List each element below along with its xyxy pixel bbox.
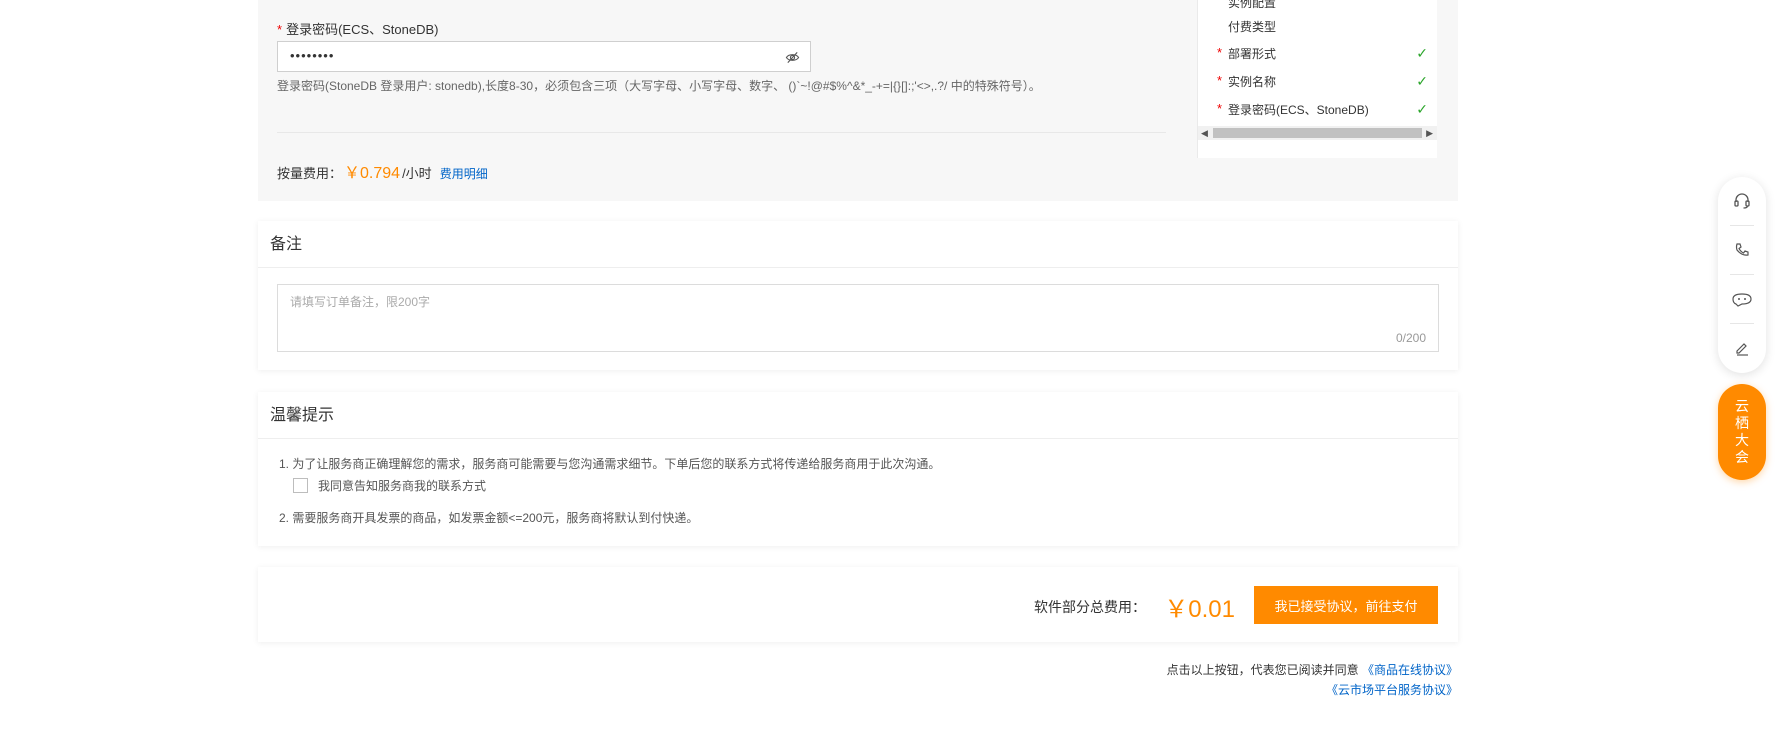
payment-bar: 软件部分总费用： ￥0.01 我已接受协议，前往支付 [258, 567, 1458, 642]
nav-item-instance-config[interactable]: 实例配置 [1228, 0, 1428, 11]
divider [277, 132, 1166, 133]
eye-off-icon[interactable] [785, 50, 800, 65]
scrollbar-thumb[interactable] [1213, 128, 1422, 138]
required-mark: * [1217, 45, 1223, 60]
password-hint: 登录密码(StoneDB 登录用户: stonedb),长度8-30，必须包含三… [277, 79, 1041, 93]
password-field-label: * 登录密码(ECS、StoneDB) [277, 19, 438, 38]
remarks-placeholder: 请填写订单备注，限200字 [290, 295, 431, 309]
pay-button[interactable]: 我已接受协议，前往支付 [1254, 586, 1438, 624]
price-row: 按量费用： ￥0.794 /小时 费用明细 [277, 159, 488, 183]
price-label: 按量费用： [277, 166, 343, 181]
nav-item-label: 实例配置 [1228, 0, 1277, 10]
nav-item-label: 实例名称 [1228, 75, 1277, 89]
tip-line-1: 1. 为了让服务商正确理解您的需求，服务商可能需要与您沟通需求细节。下单后您的联… [279, 457, 941, 471]
agreement-line-1: 点击以上按钮，代表您已阅读并同意 《商品在线协议》 [1000, 661, 1458, 678]
config-nav-panel: 实例配置 付费类型 * 部署形式 ✓ * 实例名称 ✓ * 登录密码(ECS、S… [1197, 0, 1437, 158]
yunqi-conference-badge[interactable]: 云 栖 大 会 [1718, 384, 1766, 480]
nav-item-label: 登录密码(ECS、StoneDB) [1228, 103, 1369, 117]
check-icon: ✓ [1416, 101, 1428, 117]
product-agreement-link[interactable]: 《商品在线协议》 [1362, 663, 1458, 677]
price-unit: /小时 [402, 166, 432, 181]
price-value: ￥0.794 [344, 165, 401, 182]
remarks-card: 备注 请填写订单备注，限200字 0/200 [258, 221, 1458, 370]
scroll-left-icon[interactable]: ◀ [1201, 128, 1208, 139]
horizontal-scrollbar[interactable]: ◀ ▶ [1198, 126, 1437, 140]
agreement-note: 点击以上按钮，代表您已阅读并同意 [1166, 663, 1359, 677]
promo-char: 会 [1735, 449, 1749, 465]
nav-item-billing-type[interactable]: 付费类型 [1228, 18, 1428, 35]
remarks-title: 备注 [258, 221, 1458, 268]
tips-card: 温馨提示 1. 为了让服务商正确理解您的需求，服务商可能需要与您沟通需求细节。下… [258, 392, 1458, 546]
password-value: •••••••• [290, 48, 335, 63]
scroll-right-icon[interactable]: ▶ [1426, 128, 1433, 139]
required-mark: * [277, 22, 283, 37]
promo-char: 云 [1735, 398, 1749, 414]
phone-icon[interactable] [1718, 226, 1766, 274]
contact-consent-checkbox[interactable] [293, 478, 308, 493]
tip-line-2: 2. 需要服务商开具发票的商品，如发票金额<=200元，服务商将默认到付快递。 [279, 511, 699, 525]
agreement-line-2: 《云市场平台服务协议》 [1000, 681, 1458, 698]
promo-char: 栖 [1735, 415, 1749, 431]
contact-consent[interactable]: 我同意告知服务商我的联系方式 [293, 477, 486, 494]
password-input[interactable]: •••••••• [277, 41, 811, 72]
instance-config-section: * 登录密码(ECS、StoneDB) •••••••• 登录密码(StoneDB… [258, 0, 1458, 201]
check-icon: ✓ [1416, 73, 1428, 89]
password-label-text: 登录密码(ECS、StoneDB) [286, 22, 439, 37]
remarks-textarea[interactable]: 请填写订单备注，限200字 0/200 [277, 284, 1439, 352]
remarks-counter: 0/200 [1395, 331, 1426, 345]
headset-icon[interactable] [1718, 177, 1766, 225]
edit-icon[interactable] [1718, 324, 1766, 372]
floating-toolbar [1718, 177, 1766, 373]
nav-item-label: 部署形式 [1228, 47, 1277, 61]
check-icon: ✓ [1416, 45, 1428, 61]
price-detail-link[interactable]: 费用明细 [440, 165, 488, 182]
total-value: ￥0.01 [1164, 596, 1235, 623]
total-label: 软件部分总费用： [1034, 599, 1146, 615]
contact-consent-label: 我同意告知服务商我的联系方式 [318, 479, 487, 493]
tips-title: 温馨提示 [258, 392, 1458, 439]
nav-item-deploy-mode[interactable]: * 部署形式 ✓ [1217, 45, 1428, 62]
nav-item-login-password[interactable]: * 登录密码(ECS、StoneDB) ✓ [1217, 101, 1428, 118]
platform-agreement-link[interactable]: 《云市场平台服务协议》 [1326, 683, 1458, 697]
required-mark: * [1217, 73, 1223, 88]
nav-item-instance-name[interactable]: * 实例名称 ✓ [1217, 73, 1428, 90]
chat-icon[interactable] [1718, 275, 1766, 323]
nav-item-label: 付费类型 [1228, 20, 1277, 34]
promo-char: 大 [1735, 432, 1749, 448]
required-mark: * [1217, 101, 1223, 116]
